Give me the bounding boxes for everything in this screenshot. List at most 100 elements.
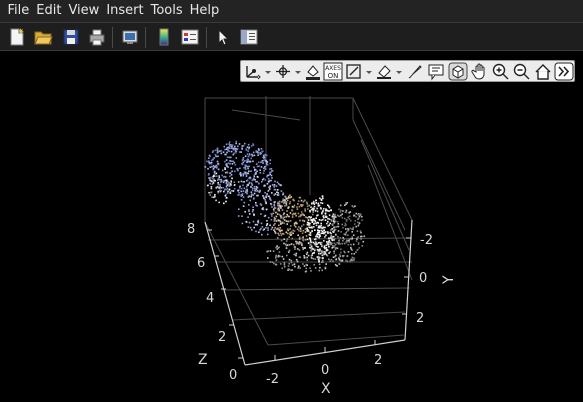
cloud-point	[346, 202, 349, 204]
insert-text-icon[interactable]	[426, 62, 446, 81]
rotate-3d-icon[interactable]	[273, 62, 293, 81]
cloud-point	[212, 158, 214, 161]
cloud-point	[316, 221, 319, 224]
cloud-point	[318, 255, 320, 258]
cloud-point	[326, 254, 329, 257]
cloud-point	[230, 180, 232, 182]
cloud-point	[263, 169, 265, 172]
cloud-point	[270, 203, 273, 206]
cloud-point	[253, 178, 255, 180]
cloud-point	[295, 252, 298, 255]
cloud-point	[256, 175, 259, 178]
cloud-point	[229, 162, 231, 165]
cloud-point	[358, 215, 361, 218]
cloud-point	[333, 217, 335, 219]
cloud-point	[351, 253, 353, 255]
cloud-point	[334, 243, 337, 246]
pan-hand-icon[interactable]	[470, 62, 490, 81]
cloud-point	[342, 239, 344, 242]
edit-brush-icon[interactable]	[405, 62, 425, 81]
cloud-point	[289, 201, 292, 203]
cloud-point	[319, 242, 321, 244]
cloud-point	[290, 233, 293, 236]
cloud-point	[230, 156, 232, 159]
cloud-point	[242, 174, 245, 177]
cloud-point	[297, 265, 300, 268]
cloud-point	[357, 242, 360, 244]
cloud-point	[247, 143, 250, 146]
cloud-point	[280, 239, 283, 242]
cloud-point	[358, 223, 360, 226]
cloud-point	[320, 222, 322, 225]
cloud-point	[273, 228, 276, 231]
cloud-point	[227, 190, 229, 193]
cloud-point	[338, 263, 341, 265]
cloud-point	[277, 189, 279, 191]
cloud-point	[228, 188, 231, 191]
restore-view-icon[interactable]	[344, 62, 364, 81]
z-tick-label: 4	[206, 291, 214, 306]
cloud-point	[277, 254, 280, 257]
cloud-point	[271, 170, 273, 172]
cloud-point	[233, 181, 236, 183]
cloud-point	[355, 240, 358, 242]
zoom-in-icon[interactable]	[491, 62, 511, 81]
data-tips-icon[interactable]	[243, 62, 263, 81]
cloud-point	[220, 187, 223, 189]
more-chevrons-icon[interactable]	[554, 62, 574, 81]
cloud-point	[247, 155, 250, 158]
cloud-point	[270, 168, 273, 170]
cloud-point	[266, 193, 268, 195]
cloud-point	[210, 191, 212, 194]
cloud-point	[312, 207, 315, 210]
cloud-point	[255, 202, 257, 204]
cloud-point	[224, 160, 226, 163]
cloud-point	[298, 243, 300, 245]
cloud-point	[361, 215, 363, 218]
cloud-point	[308, 216, 310, 218]
cloud-point	[280, 207, 282, 209]
cloud-point	[235, 151, 237, 154]
cloud-point	[274, 180, 276, 183]
cloud-point	[339, 204, 342, 207]
cloud-point	[278, 213, 281, 216]
cloud-point	[267, 216, 270, 219]
brush-data-icon[interactable]	[303, 62, 323, 81]
cloud-point	[214, 149, 217, 152]
cloud-point	[334, 213, 336, 216]
home-icon[interactable]	[533, 62, 553, 81]
fill-color-icon[interactable]	[374, 62, 394, 81]
cloud-point	[338, 215, 340, 218]
cloud-point	[310, 226, 313, 229]
cloud-point	[230, 150, 233, 153]
cloud-point	[306, 259, 309, 261]
cloud-point	[218, 187, 220, 189]
cloud-point	[342, 236, 344, 239]
cloud-point	[336, 214, 339, 217]
cloud-point	[234, 170, 236, 173]
cloud-point	[291, 209, 293, 211]
cloud-point	[263, 159, 266, 161]
zoom-out-icon[interactable]	[512, 62, 532, 81]
cloud-point	[305, 270, 308, 273]
rotate-view-icon[interactable]	[448, 62, 468, 81]
cloud-point	[228, 184, 231, 187]
cloud-point	[241, 222, 244, 225]
cloud-point	[261, 150, 263, 153]
cloud-point	[208, 154, 211, 157]
cloud-point	[318, 230, 321, 232]
cloud-point	[322, 253, 325, 256]
cloud-point	[213, 157, 215, 159]
cloud-point	[354, 220, 357, 222]
axis-lines	[204, 219, 413, 366]
cloud-point	[251, 189, 254, 192]
cloud-point	[243, 187, 246, 190]
cloud-point	[278, 224, 280, 227]
cloud-point	[244, 160, 246, 162]
cloud-point	[253, 166, 255, 169]
cloud-point	[231, 163, 234, 165]
cloud-point	[210, 186, 213, 188]
axes-on-icon[interactable]: AXES ON	[323, 62, 343, 81]
cloud-point	[250, 182, 253, 185]
cloud-point	[225, 197, 228, 199]
